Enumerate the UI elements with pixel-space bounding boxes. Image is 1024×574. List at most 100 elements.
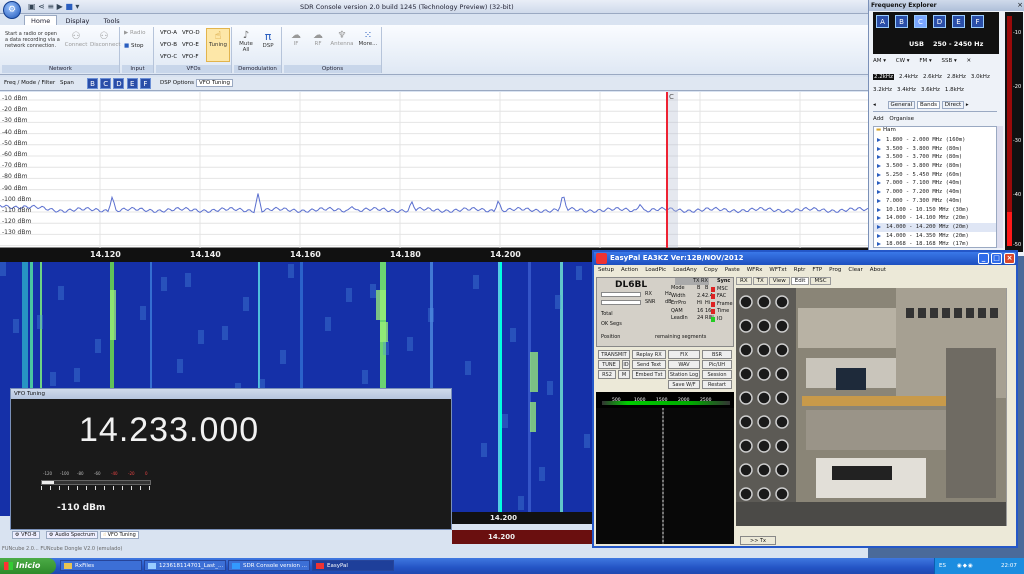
vfo-f-button[interactable]: VFO-F xyxy=(182,54,199,60)
fe-band-item[interactable]: 1.800 - 2.000 MHz (160m) xyxy=(874,136,996,145)
easypal-image-scrollbar[interactable] xyxy=(1006,288,1016,526)
easypal-tab-edit[interactable]: Edit xyxy=(790,277,810,285)
fe-mode-fm[interactable]: FM ▾ xyxy=(919,58,931,64)
menu-item-wfrx[interactable]: WFRx xyxy=(747,267,763,273)
taskbar-item-easypal[interactable]: EasyPal xyxy=(312,560,394,571)
tab-audio-spectrum[interactable]: ⚙ Audio Spectrum xyxy=(46,531,99,539)
menu-item-wftxt[interactable]: WFTxt xyxy=(769,267,786,273)
fe-band-item[interactable]: 18.068 - 18.168 MHz (17m) xyxy=(874,240,996,247)
fe-band-item[interactable]: 10.100 - 10.150 MHz (30m) xyxy=(874,206,996,215)
menu-item-copy[interactable]: Copy xyxy=(704,267,718,273)
easypal-button[interactable]: Embed Txt xyxy=(632,370,666,379)
minimize-icon[interactable]: _ xyxy=(978,253,989,264)
easypal-button[interactable]: FIX xyxy=(668,350,700,359)
antenna-button[interactable]: ♆ Antenna xyxy=(330,30,354,47)
tuning-button[interactable]: ☝ Tuning xyxy=(206,28,230,62)
close-icon[interactable]: × xyxy=(1017,1,1023,9)
fe-mode-ssb[interactable]: SSB ▾ xyxy=(942,58,957,64)
language-indicator[interactable]: ES xyxy=(939,558,946,574)
share-icon[interactable]: ⋖ xyxy=(38,2,45,11)
fe-bandwidth-option[interactable]: 1.8kHz xyxy=(945,87,964,93)
rf-button[interactable]: ☁ RF xyxy=(308,30,328,47)
fe-letter-e[interactable]: E xyxy=(952,15,965,28)
vfo-c-button[interactable]: VFO-C xyxy=(160,54,177,60)
easypal-button[interactable]: Station Log xyxy=(668,370,700,379)
chevron-down-icon[interactable]: ▾ xyxy=(75,2,79,11)
fe-bandwidth-option[interactable]: 3.4kHz xyxy=(897,87,916,93)
fe-bandwidth-option[interactable]: 2.6kHz xyxy=(923,74,942,80)
tx-button[interactable]: >> Tx xyxy=(740,536,776,545)
easypal-tab-view[interactable]: View xyxy=(768,277,790,285)
easypal-button[interactable]: Replay RX xyxy=(632,350,666,359)
vfo-e-button[interactable]: VFO-E xyxy=(182,42,199,48)
dsp-button[interactable]: π DSP xyxy=(258,30,278,49)
taskbar-item-sdr-console[interactable]: SDR Console version ... xyxy=(228,560,310,571)
easypal-button[interactable]: BSR xyxy=(702,350,732,359)
easypal-button[interactable]: WAV xyxy=(668,360,700,369)
vfo-frequency-display[interactable]: 14.233.000 xyxy=(79,411,259,450)
fe-bandwidth-option[interactable]: 2.2kHz xyxy=(873,74,894,80)
taskbar-item-image[interactable]: 123618114701_Last_... xyxy=(144,560,226,571)
fe-bandwidth-option[interactable]: 2.4kHz xyxy=(899,74,918,80)
vfo-tuning-toolbar-button[interactable]: VFO Tuning xyxy=(196,79,234,87)
easypal-tab-msc[interactable]: MSC xyxy=(810,277,831,285)
dsp-options-button[interactable]: DSP Options xyxy=(160,80,194,86)
menu-item-paste[interactable]: Paste xyxy=(725,267,740,273)
fe-group-ham[interactable]: ▬ Ham xyxy=(874,127,996,136)
connect-button[interactable]: ⚇ Connect xyxy=(64,31,88,48)
start-button[interactable]: Inicio xyxy=(0,558,56,574)
fe-band-item[interactable]: 3.500 - 3.700 MHz (80m) xyxy=(874,153,996,162)
fe-scrollbar[interactable] xyxy=(997,126,1003,248)
spectrum-plot[interactable]: -10 dBm -20 dBm -30 dBm -40 dBm -50 dBm -60 d… xyxy=(0,92,868,248)
menu-item-clear[interactable]: Clear xyxy=(848,267,862,273)
fe-bandwidth-option[interactable]: 3.2kHz xyxy=(873,87,892,93)
taskbar-item-rxfiles[interactable]: RxFiles xyxy=(60,560,142,571)
fe-tab-direct[interactable]: Direct xyxy=(941,101,965,109)
fe-letter-c[interactable]: C xyxy=(914,15,927,28)
menu-item-loadany[interactable]: LoadAny xyxy=(673,267,697,273)
menu-item-setup[interactable]: Setup xyxy=(598,267,614,273)
mute-all-button[interactable]: ♪ Mute All xyxy=(236,30,256,53)
close-icon[interactable]: × xyxy=(1004,253,1015,264)
fe-organise-button[interactable]: Organise xyxy=(889,116,914,122)
fe-mode-am[interactable]: AM ▾ xyxy=(873,58,886,64)
easypal-button[interactable]: TUNE xyxy=(598,360,620,369)
fe-band-item[interactable]: 3.500 - 3.800 MHz (80m) xyxy=(874,145,996,154)
easypal-button[interactable]: Send Text xyxy=(632,360,666,369)
menu-item-about[interactable]: About xyxy=(870,267,886,273)
play-icon[interactable]: ▶ xyxy=(57,2,63,11)
tab-vfo-b[interactable]: ⚙ VFO-B xyxy=(12,531,40,539)
list-icon[interactable]: ≡ xyxy=(47,2,54,11)
stop-icon[interactable]: ■ xyxy=(65,2,73,11)
fe-band-item[interactable]: 3.500 - 3.800 MHz (80m) xyxy=(874,162,996,171)
menu-item-action[interactable]: Action xyxy=(621,267,638,273)
easypal-button[interactable]: M xyxy=(618,370,630,379)
menu-item-loadpic[interactable]: LoadPic xyxy=(645,267,666,273)
easypal-button[interactable]: Session xyxy=(702,370,732,379)
fe-bandwidth-option[interactable]: 2.8kHz xyxy=(947,74,966,80)
vfo-b-button[interactable]: VFO-B xyxy=(160,42,177,48)
easypal-button[interactable]: RS2 xyxy=(598,370,616,379)
easypal-button[interactable]: ID xyxy=(622,360,630,369)
fe-tab-bands[interactable]: Bands xyxy=(916,101,940,109)
wrench-icon[interactable]: ✕ xyxy=(967,58,972,64)
stop-button[interactable]: ■ Stop xyxy=(124,43,143,49)
if-button[interactable]: ☁ IF xyxy=(286,30,306,47)
fe-band-item[interactable]: 7.000 - 7.100 MHz (40m) xyxy=(874,179,996,188)
easypal-button[interactable]: Pic/UH xyxy=(702,360,732,369)
easypal-tab-tx[interactable]: TX xyxy=(752,277,768,285)
fe-band-item[interactable]: 5.250 - 5.450 MHz (60m) xyxy=(874,171,996,180)
fe-band-item[interactable]: 14.000 - 14.350 MHz (20m) xyxy=(874,232,996,241)
span-button[interactable]: Span xyxy=(60,80,74,86)
fe-band-item[interactable]: 14.000 - 14.100 MHz (20m) xyxy=(874,214,996,223)
fe-scroll-right[interactable]: ▸ xyxy=(966,102,969,108)
easypal-button[interactable]: Save W/F xyxy=(668,380,700,389)
menu-item-prog[interactable]: Prog xyxy=(829,267,841,273)
radio-button[interactable]: ▶ Radio xyxy=(124,30,145,36)
vfo-e-square[interactable]: E xyxy=(126,78,138,89)
fe-band-item[interactable]: 14.000 - 14.200 MHz (20m) xyxy=(874,222,996,232)
maximize-icon[interactable]: □ xyxy=(991,253,1002,264)
fe-add-button[interactable]: Add xyxy=(873,116,884,122)
easypal-button[interactable]: TRANSMIT xyxy=(598,350,630,359)
fe-bandwidth-option[interactable]: 3.0kHz xyxy=(971,74,990,80)
